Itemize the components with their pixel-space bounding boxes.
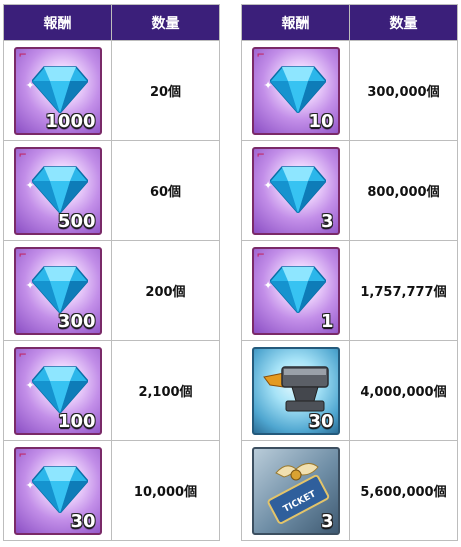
sparkle-icon: ✦: [263, 278, 273, 292]
sparkle-icon: ✦: [25, 278, 35, 292]
blue-crystal-icon: [31, 465, 88, 513]
blue-crystal-icon: [31, 165, 88, 213]
item-count: 10: [308, 110, 334, 132]
table-row: ⌐ ✦ 300 200個: [3, 240, 220, 341]
crystal-item-tile: ⌐ ✦ 10: [251, 46, 340, 135]
reward-cell: ⌐ ✦ 300: [3, 240, 112, 341]
reward-cell: 30: [241, 340, 350, 441]
quantity-cell: 5,600,000個: [349, 440, 458, 541]
crystal-item-tile: ⌐ ✦ 100: [13, 346, 102, 435]
corner-ornament-icon: ⌐: [18, 149, 27, 161]
corner-ornament-icon: ⌐: [256, 249, 265, 261]
table-row: ⌐ ✦ 3 800,000個: [241, 140, 458, 241]
ticket-item-tile: TICKET 3: [251, 446, 340, 535]
table-header-row: 報酬 数量: [241, 4, 458, 41]
sparkle-icon: ✦: [25, 178, 35, 192]
item-count: 3: [320, 510, 334, 532]
crystal-item-tile: ⌐ ✦ 1: [251, 246, 340, 335]
table-header-row: 報酬 数量: [3, 4, 220, 41]
corner-ornament-icon: ⌐: [18, 49, 27, 61]
item-count: 1: [320, 310, 334, 332]
sparkle-icon: ✦: [25, 78, 35, 92]
item-count: 30: [308, 410, 334, 432]
item-count: 1000: [45, 110, 96, 132]
blue-crystal-icon: [31, 65, 88, 113]
sparkle-icon: ✦: [263, 78, 273, 92]
item-count: 500: [57, 210, 96, 232]
quantity-cell: 800,000個: [349, 140, 458, 241]
quantity-header: 数量: [349, 4, 458, 41]
table-row: ⌐ ✦ 1000 20個: [3, 40, 220, 141]
corner-ornament-icon: ⌐: [18, 349, 27, 361]
sparkle-icon: ✦: [263, 178, 273, 192]
quantity-header: 数量: [111, 4, 220, 41]
crystal-item-tile: ⌐ ✦ 30: [13, 446, 102, 535]
corner-ornament-icon: ⌐: [256, 149, 265, 161]
crystal-item-tile: ⌐ ✦ 3: [251, 146, 340, 235]
item-count: 3: [320, 210, 334, 232]
corner-ornament-icon: ⌐: [256, 49, 265, 61]
reward-header: 報酬: [3, 4, 112, 41]
crystal-item-tile: ⌐ ✦ 1000: [13, 46, 102, 135]
crystal-item-tile: ⌐ ✦ 300: [13, 246, 102, 335]
table-row: ⌐ ✦ 30 10,000個: [3, 440, 220, 541]
quantity-cell: 4,000,000個: [349, 340, 458, 441]
reward-cell: ⌐ ✦ 3: [241, 140, 350, 241]
item-count: 30: [70, 510, 96, 532]
reward-table-right: 報酬 数量 ⌐ ✦ 10 300,000個 ⌐ ✦ 3 800,000個 ⌐ ✦…: [241, 4, 458, 541]
reward-table-left: 報酬 数量 ⌐ ✦ 1000 20個 ⌐ ✦ 500 60個 ⌐ ✦ 300 2…: [3, 4, 220, 541]
reward-cell: ⌐ ✦ 10: [241, 40, 350, 141]
reward-header: 報酬: [241, 4, 350, 41]
corner-ornament-icon: ⌐: [18, 249, 27, 261]
corner-ornament-icon: ⌐: [18, 449, 27, 461]
table-row: ⌐ ✦ 1 1,757,777個: [241, 240, 458, 341]
item-count: 100: [57, 410, 96, 432]
sparkle-icon: ✦: [25, 378, 35, 392]
table-row: TICKET 3 5,600,000個: [241, 440, 458, 541]
anvil-item-tile: 30: [251, 346, 340, 435]
quantity-cell: 2,100個: [111, 340, 220, 441]
crystal-item-tile: ⌐ ✦ 500: [13, 146, 102, 235]
table-row: ⌐ ✦ 100 2,100個: [3, 340, 220, 441]
reward-cell: ⌐ ✦ 1000: [3, 40, 112, 141]
quantity-cell: 1,757,777個: [349, 240, 458, 341]
sparkle-icon: ✦: [25, 478, 35, 492]
reward-cell: TICKET 3: [241, 440, 350, 541]
table-row: 30 4,000,000個: [241, 340, 458, 441]
reward-cell: ⌐ ✦ 500: [3, 140, 112, 241]
quantity-cell: 20個: [111, 40, 220, 141]
reward-cell: ⌐ ✦ 1: [241, 240, 350, 341]
blue-crystal-icon: [269, 65, 326, 113]
item-count: 300: [57, 310, 96, 332]
table-row: ⌐ ✦ 10 300,000個: [241, 40, 458, 141]
table-row: ⌐ ✦ 500 60個: [3, 140, 220, 241]
blue-crystal-icon: [31, 365, 88, 413]
quantity-cell: 10,000個: [111, 440, 220, 541]
blue-crystal-icon: [31, 265, 88, 313]
blue-crystal-icon: [269, 165, 326, 213]
blue-crystal-icon: [269, 265, 326, 313]
reward-cell: ⌐ ✦ 100: [3, 340, 112, 441]
quantity-cell: 60個: [111, 140, 220, 241]
quantity-cell: 300,000個: [349, 40, 458, 141]
reward-cell: ⌐ ✦ 30: [3, 440, 112, 541]
quantity-cell: 200個: [111, 240, 220, 341]
